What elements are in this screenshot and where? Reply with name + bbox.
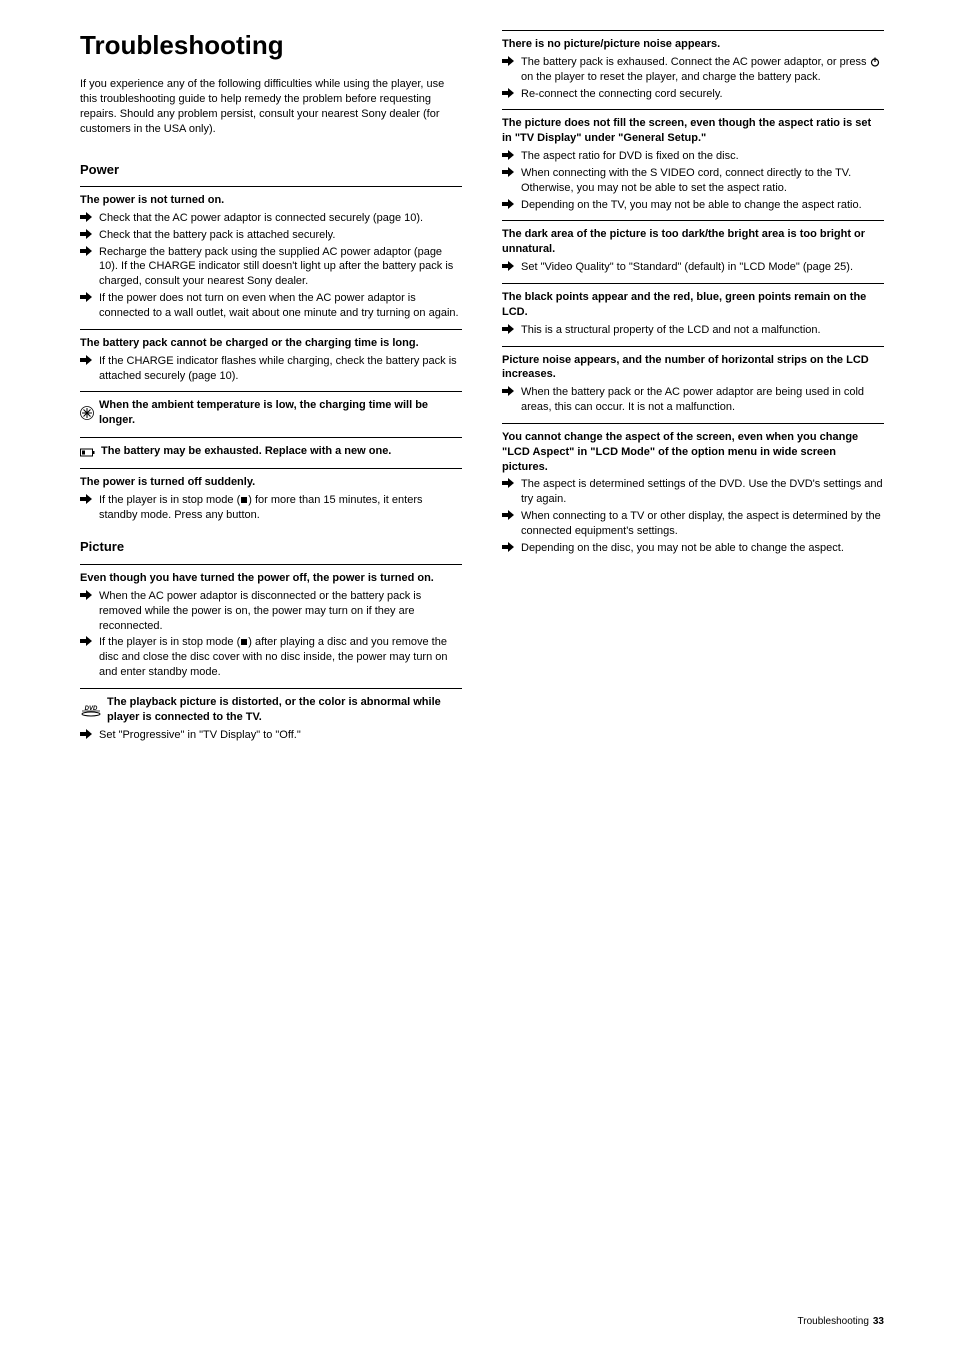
solution-bullet: Check that the AC power adaptor is conne…	[80, 211, 462, 226]
troubleshooting-entry: The black points appear and the red, blu…	[502, 283, 884, 346]
solution-bullet: Depending on the disc, you may not be ab…	[502, 541, 884, 556]
entry-heading: DVDThe playback picture is distorted, or…	[80, 695, 462, 725]
arrow-icon	[502, 198, 516, 209]
arrow-icon	[80, 211, 94, 222]
bullet-text: Depending on the disc, you may not be ab…	[521, 541, 884, 556]
troubleshooting-entry: The battery may be exhausted. Replace wi…	[80, 437, 462, 468]
bullet-text: If the CHARGE indicator flashes while ch…	[99, 354, 462, 384]
entry-heading: Picture noise appears, and the number of…	[502, 353, 884, 383]
entry-heading: You cannot change the aspect of the scre…	[502, 430, 884, 475]
entry-heading: The battery pack cannot be charged or th…	[80, 336, 462, 351]
arrow-icon	[80, 635, 94, 646]
arrow-icon	[80, 728, 94, 739]
solution-bullet: Set "Progressive" in "TV Display" to "Of…	[80, 728, 462, 743]
entry-heading: There is no picture/picture noise appear…	[502, 37, 884, 52]
arrow-icon	[502, 509, 516, 520]
page-number: 33	[873, 1315, 884, 1329]
stop-icon	[240, 638, 248, 646]
arrow-icon	[80, 291, 94, 302]
arrow-icon	[80, 228, 94, 239]
troubleshooting-entry: DVDThe playback picture is distorted, or…	[80, 688, 462, 751]
troubleshooting-entry: The battery pack cannot be charged or th…	[80, 329, 462, 392]
bullet-text: If the power does not turn on even when …	[99, 291, 462, 321]
bullet-text: This is a structural property of the LCD…	[521, 323, 884, 338]
intro-text: If you experience any of the following d…	[80, 77, 462, 136]
entry-heading: The picture does not fill the screen, ev…	[502, 116, 884, 146]
stop-icon	[240, 496, 248, 504]
arrow-icon	[80, 245, 94, 256]
entry-heading: The black points appear and the red, blu…	[502, 290, 884, 320]
entry-heading: The battery may be exhausted. Replace wi…	[80, 444, 462, 459]
troubleshooting-entry: The power is turned off suddenly. If the …	[80, 468, 462, 531]
power-icon	[870, 57, 880, 67]
troubleshooting-entry: Picture noise appears, and the number of…	[502, 346, 884, 423]
entry-heading: The dark area of the picture is too dark…	[502, 227, 884, 257]
section-power: Power	[80, 161, 462, 179]
solution-bullet: Check that the battery pack is attached …	[80, 228, 462, 243]
snow-icon	[80, 406, 94, 420]
arrow-icon	[502, 55, 516, 66]
entry-heading: When the ambient temperature is low, the…	[80, 398, 462, 428]
solution-bullet: The aspect is determined settings of the…	[502, 477, 884, 507]
troubleshooting-entry: Even though you have turned the power of…	[80, 564, 462, 688]
bullet-text: When connecting to a TV or other display…	[521, 509, 884, 539]
arrow-icon	[502, 149, 516, 160]
bullet-text: When the AC power adaptor is disconnecte…	[99, 589, 462, 634]
bullet-text: The aspect ratio for DVD is fixed on the…	[521, 149, 884, 164]
solution-bullet: Recharge the battery pack using the supp…	[80, 245, 462, 290]
solution-bullet: If the power does not turn on even when …	[80, 291, 462, 321]
solution-bullet: When the AC power adaptor is disconnecte…	[80, 589, 462, 634]
solution-bullet: If the player is in stop mode () after p…	[80, 635, 462, 680]
arrow-icon	[80, 589, 94, 600]
bullet-text: The aspect is determined settings of the…	[521, 477, 884, 507]
solution-bullet: The battery pack is exhaused. Connect th…	[502, 55, 884, 85]
bullet-text: If the player is in stop mode () after p…	[99, 635, 462, 680]
arrow-icon	[80, 354, 94, 365]
battery-icon	[80, 446, 96, 458]
arrow-icon	[502, 477, 516, 488]
solution-bullet: Depending on the TV, you may not be able…	[502, 198, 884, 213]
bullet-text: Set "Progressive" in "TV Display" to "Of…	[99, 728, 462, 743]
arrow-icon	[502, 260, 516, 271]
bullet-text: Check that the battery pack is attached …	[99, 228, 462, 243]
bullet-text: Set "Video Quality" to "Standard" (defau…	[521, 260, 884, 275]
arrow-icon	[502, 541, 516, 552]
bullet-text: Re-connect the connecting cord securely.	[521, 87, 884, 102]
troubleshooting-entry: The dark area of the picture is too dark…	[502, 220, 884, 283]
entry-heading: The power is not turned on.	[80, 193, 462, 208]
entry-heading: Even though you have turned the power of…	[80, 571, 462, 586]
troubleshooting-entry: You cannot change the aspect of the scre…	[502, 423, 884, 564]
troubleshooting-entry: The picture does not fill the screen, ev…	[502, 109, 884, 220]
bullet-text: The battery pack is exhaused. Connect th…	[521, 55, 884, 85]
solution-bullet: When the battery pack or the AC power ad…	[502, 385, 884, 415]
solution-bullet: If the CHARGE indicator flashes while ch…	[80, 354, 462, 384]
bullet-text: Depending on the TV, you may not be able…	[521, 198, 884, 213]
entry-heading: The power is turned off suddenly.	[80, 475, 462, 490]
arrow-icon	[502, 385, 516, 396]
arrow-icon	[80, 493, 94, 504]
bullet-text: If the player is in stop mode () for mor…	[99, 493, 462, 523]
solution-bullet: If the player is in stop mode () for mor…	[80, 493, 462, 523]
solution-bullet: This is a structural property of the LCD…	[502, 323, 884, 338]
solution-bullet: Re-connect the connecting cord securely.	[502, 87, 884, 102]
troubleshooting-entry: There is no picture/picture noise appear…	[502, 30, 884, 109]
page-title: Troubleshooting	[80, 30, 462, 61]
solution-bullet: The aspect ratio for DVD is fixed on the…	[502, 149, 884, 164]
footer-label: Troubleshooting	[798, 1315, 869, 1329]
arrow-icon	[502, 87, 516, 98]
section-picture: Picture	[80, 538, 462, 556]
bullet-text: Check that the AC power adaptor is conne…	[99, 211, 462, 226]
dvd-icon: DVD	[80, 703, 102, 717]
solution-bullet: When connecting with the S VIDEO cord, c…	[502, 166, 884, 196]
arrow-icon	[502, 166, 516, 177]
bullet-text: Recharge the battery pack using the supp…	[99, 245, 462, 290]
arrow-icon	[502, 323, 516, 334]
troubleshooting-entry: The power is not turned on. Check that th…	[80, 186, 462, 329]
troubleshooting-entry: When the ambient temperature is low, the…	[80, 391, 462, 437]
bullet-text: When the battery pack or the AC power ad…	[521, 385, 884, 415]
bullet-text: When connecting with the S VIDEO cord, c…	[521, 166, 884, 196]
solution-bullet: Set "Video Quality" to "Standard" (defau…	[502, 260, 884, 275]
solution-bullet: When connecting to a TV or other display…	[502, 509, 884, 539]
